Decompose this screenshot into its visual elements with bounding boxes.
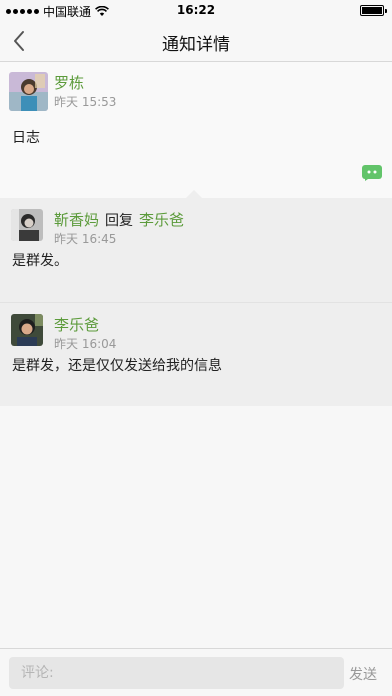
- status-time: 16:22: [176, 3, 216, 17]
- nav-bar: 通知详情: [0, 20, 392, 62]
- status-bar: 中国联通 16:22: [0, 0, 392, 20]
- reply-verb: 回复: [105, 213, 134, 229]
- comment-bubble-icon[interactable]: [362, 165, 382, 181]
- comment-author[interactable]: 李乐爸: [54, 314, 99, 335]
- comments-section: 靳香妈 回复 李乐爸 昨天 16:45 是群发。 李乐爸 昨天 16:04 是群…: [0, 190, 392, 406]
- comment-header: 李乐爸: [54, 314, 99, 335]
- list-item[interactable]: 李乐爸 昨天 16:04 是群发，还是仅仅发送给我的信息: [0, 302, 392, 406]
- list-item[interactable]: 靳香妈 回复 李乐爸 昨天 16:45 是群发。: [0, 198, 392, 302]
- comment-header: 靳香妈 回复 李乐爸: [54, 209, 184, 230]
- avatar[interactable]: [11, 314, 43, 346]
- comment-input[interactable]: [9, 657, 344, 689]
- post-content: 日志: [12, 130, 40, 146]
- avatar[interactable]: [9, 72, 48, 111]
- reply-target[interactable]: 李乐爸: [139, 209, 184, 230]
- comment-input-bar: 发送: [0, 648, 392, 696]
- battery-icon: [360, 5, 387, 16]
- post-time: 昨天 15:53: [54, 95, 117, 109]
- comment-author[interactable]: 靳香妈: [54, 209, 99, 230]
- comment-time: 昨天 16:04: [54, 337, 117, 351]
- page-title: 通知详情: [162, 35, 230, 55]
- comment-text: 是群发。: [12, 253, 68, 269]
- post-author[interactable]: 罗栋: [54, 72, 84, 93]
- comments-arrow: [186, 190, 202, 198]
- send-button[interactable]: 发送: [349, 664, 377, 684]
- avatar[interactable]: [11, 209, 43, 241]
- post: 罗栋 昨天 15:53 日志: [0, 62, 392, 198]
- comment-time: 昨天 16:45: [54, 232, 117, 246]
- comment-text: 是群发，还是仅仅发送给我的信息: [12, 358, 222, 374]
